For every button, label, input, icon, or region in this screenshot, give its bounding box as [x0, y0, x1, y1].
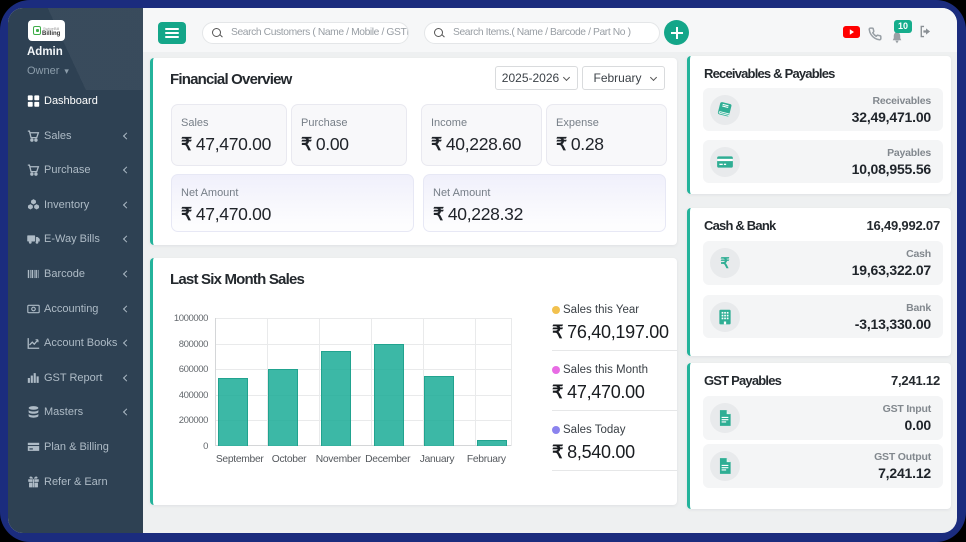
svg-text:₹: ₹	[720, 256, 730, 272]
